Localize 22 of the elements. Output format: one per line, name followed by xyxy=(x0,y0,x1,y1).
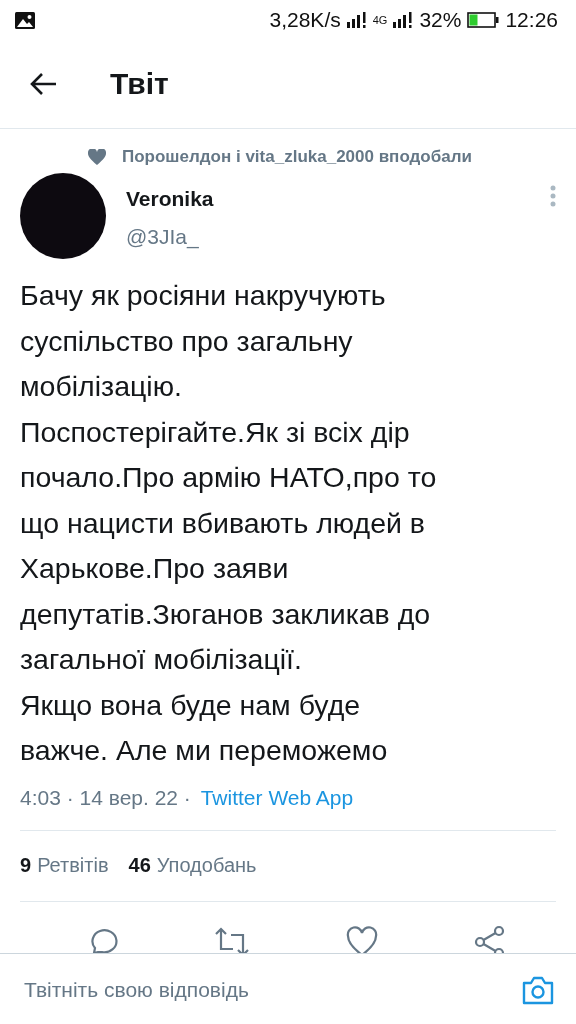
stat-count[interactable]: 46 Уподобань xyxy=(128,854,257,877)
stat-count[interactable]: 9 Ретвітів xyxy=(20,854,109,877)
camera-icon[interactable] xyxy=(522,974,554,1005)
battery-percent: 32% xyxy=(419,8,462,32)
back-arrow-icon[interactable] xyxy=(30,72,58,96)
signal-icon xyxy=(393,12,414,28)
image-icon xyxy=(15,11,35,29)
liked-by-text: Порошелдон і vita_zluka_2000 вподобали xyxy=(122,147,472,167)
battery-icon xyxy=(467,12,500,28)
reply-input-field[interactable]: Твітніть свою відповідь xyxy=(22,976,522,1003)
network-speed: 3,28K/s xyxy=(269,8,341,32)
signal-icon xyxy=(346,12,367,28)
clock: 12:26 xyxy=(505,8,558,32)
tweet-timestamp: 4:03 · 14 вер. 22 · xyxy=(20,785,192,810)
tweet-text: Бачу як росіяни накручують суспільство про загальну мобілізацію. Поспостерігайте.Як зі всіх дір почало.Про армію НАТО,про то що нацисти вбивають людей в Харькове.Про заяви депутатів.Зюганов закликав до загальної мобілізації. Якщо вона буде нам буде важче. Але ми переможемо xyxy=(20,278,438,768)
heart-icon[interactable] xyxy=(345,924,379,953)
heart-icon xyxy=(88,149,106,165)
user-handle: @3JIa_ xyxy=(126,225,200,249)
page-title: Твіт xyxy=(110,67,169,101)
network-type: 4G xyxy=(372,14,388,26)
user-name[interactable]: Veronika xyxy=(126,187,530,211)
share-icon[interactable] xyxy=(473,924,507,953)
